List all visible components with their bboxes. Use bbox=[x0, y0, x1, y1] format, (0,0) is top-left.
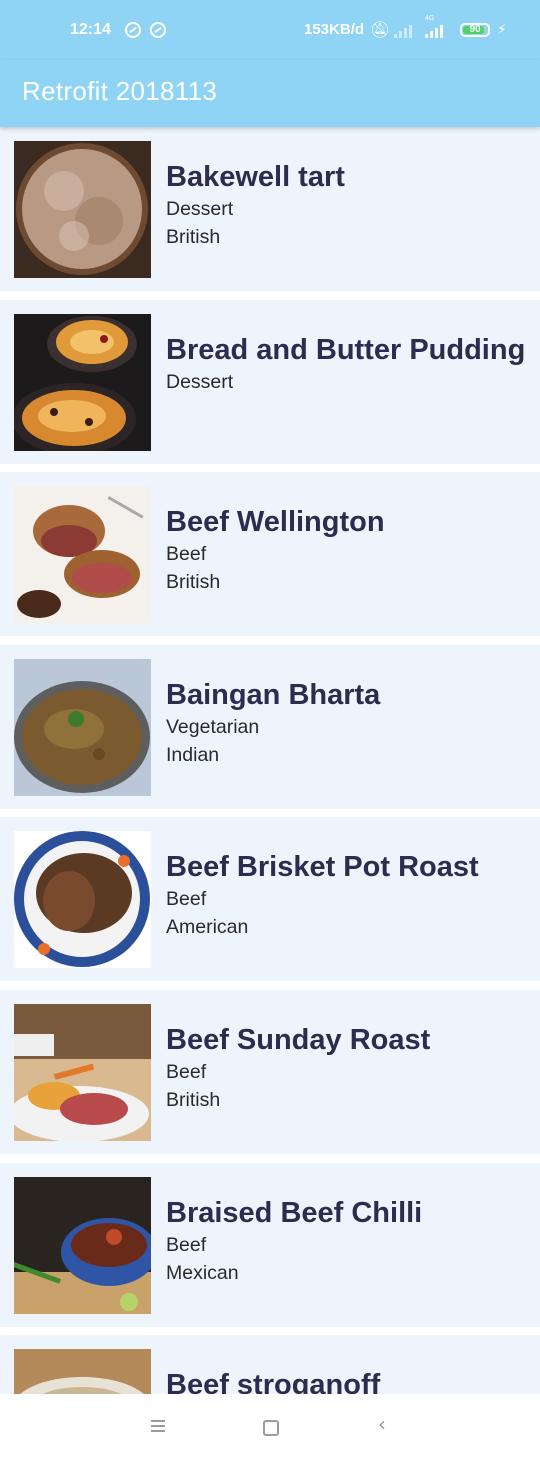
meal-name: Bakewell tart bbox=[166, 161, 345, 193]
battery-icon: 90 bbox=[460, 23, 490, 37]
meal-name: Beef Wellington bbox=[166, 506, 385, 539]
meal-card[interactable]: Beef Sunday Roast Beef British bbox=[0, 989, 540, 1154]
meal-image bbox=[14, 313, 151, 451]
app-bar: Retrofit 2018113 bbox=[0, 60, 540, 127]
meal-info: Beef Sunday Roast Beef British bbox=[166, 1022, 526, 1114]
status-time: 12:14 bbox=[70, 21, 111, 38]
menu-icon[interactable] bbox=[151, 1420, 165, 1435]
meal-card[interactable]: Braised Beef Chilli Beef Mexican bbox=[0, 1162, 540, 1327]
system-nav-bar: ‹ bbox=[0, 1394, 540, 1460]
meal-info: Bakewell tart Dessert British bbox=[166, 159, 526, 251]
meal-image bbox=[14, 141, 151, 278]
meal-card[interactable]: Beef Wellington Beef British bbox=[0, 472, 540, 637]
meal-card[interactable]: Bakewell tart Dessert British bbox=[0, 127, 540, 291]
meal-info: Braised Beef Chilli Beef Mexican bbox=[166, 1195, 526, 1287]
meal-area: Mexican bbox=[166, 1261, 239, 1284]
meal-category: Vegetarian bbox=[166, 715, 260, 738]
signal-sim1-icon: 4G bbox=[425, 15, 447, 38]
signal-sim2-icon bbox=[394, 22, 416, 38]
meal-info: Baingan Bharta Vegetarian Indian bbox=[166, 677, 526, 769]
meal-area: Indian bbox=[166, 743, 220, 766]
meal-card[interactable]: Bread and Butter Pudding Dessert bbox=[0, 299, 540, 464]
meal-name: Baingan Bharta bbox=[166, 678, 381, 711]
meal-info: Bread and Butter Pudding Dessert bbox=[166, 332, 526, 396]
meal-card[interactable]: Beef stroganoff bbox=[0, 1335, 540, 1394]
back-icon[interactable]: ‹ bbox=[378, 1412, 386, 1436]
home-icon[interactable] bbox=[263, 1420, 279, 1436]
meal-area: British bbox=[166, 226, 221, 248]
do-not-disturb-icon bbox=[125, 22, 141, 38]
status-bar: 12:14 153KB/d 🔕︎ 4G 90 ⚡︎ bbox=[0, 0, 540, 60]
meal-name: Braised Beef Chilli bbox=[166, 1196, 423, 1229]
meal-category: Beef bbox=[166, 1060, 207, 1083]
meal-category: Dessert bbox=[166, 370, 234, 393]
meal-category: Beef bbox=[166, 543, 207, 566]
meal-card[interactable]: Beef Brisket Pot Roast Beef American bbox=[0, 817, 540, 982]
meal-name: Beef Brisket Pot Roast bbox=[166, 851, 479, 884]
meal-category: Beef bbox=[166, 888, 207, 911]
meal-card[interactable]: Baingan Bharta Vegetarian Indian bbox=[0, 644, 540, 809]
network-speed: 153KB/d bbox=[304, 21, 365, 38]
mute-bell-icon: 🔕︎ bbox=[370, 22, 391, 39]
meal-info: Beef Brisket Pot Roast Beef American bbox=[166, 849, 526, 941]
meal-name: Beef Sunday Roast bbox=[166, 1023, 431, 1056]
battery-level: 90 bbox=[469, 24, 481, 35]
meal-name: Beef stroganoff bbox=[166, 1369, 381, 1394]
meal-image bbox=[14, 1349, 151, 1394]
meal-area: British bbox=[166, 1088, 221, 1111]
meal-info: Beef stroganoff bbox=[166, 1367, 526, 1394]
charging-icon: ⚡︎ bbox=[497, 21, 507, 37]
meal-image bbox=[14, 831, 151, 969]
meal-image bbox=[14, 658, 151, 796]
meal-category: Beef bbox=[166, 1233, 207, 1256]
meal-area: British bbox=[166, 571, 221, 594]
meal-category: Dessert bbox=[166, 198, 234, 220]
meal-image bbox=[14, 486, 151, 624]
sync-icon bbox=[150, 22, 166, 38]
meal-list[interactable]: Bakewell tart Dessert British Bread and … bbox=[0, 127, 540, 1394]
meal-image bbox=[14, 1176, 151, 1314]
meal-name: Bread and Butter Pudding bbox=[166, 333, 526, 366]
meal-area: American bbox=[166, 916, 249, 939]
meal-info: Beef Wellington Beef British bbox=[166, 504, 526, 596]
app-title: Retrofit 2018113 bbox=[22, 76, 218, 106]
meal-image bbox=[14, 1003, 151, 1141]
